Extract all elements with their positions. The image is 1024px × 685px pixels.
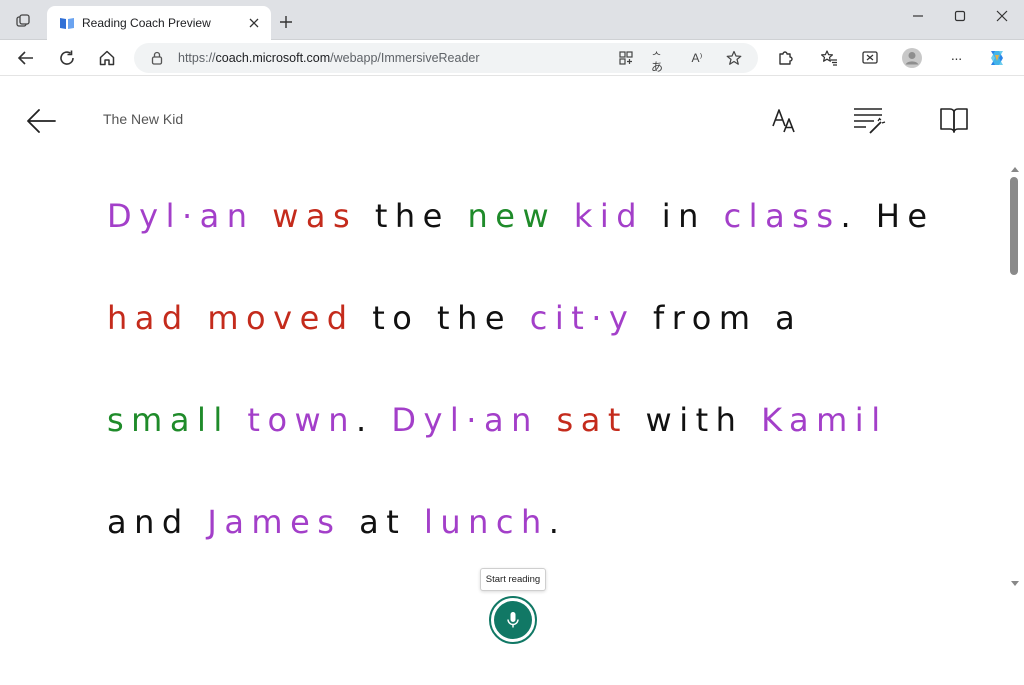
reading-word[interactable]: cit·y <box>530 299 636 337</box>
reading-word[interactable]: the <box>375 197 450 235</box>
url-text: https://coach.microsoft.com/webapp/Immer… <box>178 51 480 65</box>
reading-word[interactable]: to <box>372 299 419 337</box>
back-arrow-icon[interactable] <box>25 107 57 135</box>
reading-line: Dyl·an was the new kid in class. He <box>107 187 987 289</box>
favorite-star-icon[interactable] <box>724 48 744 68</box>
reading-word[interactable]: and <box>107 503 190 541</box>
app-available-icon[interactable] <box>616 48 636 68</box>
reading-word[interactable]: a <box>775 299 802 337</box>
reading-word[interactable]: Dyl·an <box>391 401 539 439</box>
reading-word[interactable]: the <box>437 299 512 337</box>
more-icon[interactable]: ··· <box>944 46 968 70</box>
reading-word[interactable]: moved <box>207 299 354 337</box>
reading-word[interactable]: Kamil <box>761 401 887 439</box>
reading-word[interactable]: in <box>662 197 706 235</box>
tab-favicon <box>60 18 74 29</box>
reading-word[interactable]: was <box>272 197 357 235</box>
reading-word[interactable]: . <box>356 401 374 439</box>
address-bar[interactable]: https://coach.microsoft.com/webapp/Immer… <box>134 43 758 74</box>
reading-word[interactable]: He <box>876 197 935 235</box>
workspaces-icon[interactable] <box>12 10 34 32</box>
reading-word[interactable]: sat <box>557 401 628 439</box>
reading-word[interactable]: with <box>646 401 744 439</box>
reading-line: and James at lunch. <box>107 493 987 595</box>
minimize-icon[interactable] <box>898 6 938 26</box>
back-icon[interactable] <box>14 46 38 70</box>
profile-icon[interactable] <box>900 46 924 70</box>
reading-word[interactable]: had <box>107 299 190 337</box>
extensions-icon[interactable] <box>773 46 797 70</box>
grammar-options-icon[interactable] <box>852 105 886 135</box>
reading-line: small town. Dyl·an sat with Kamil <box>107 391 987 493</box>
reading-word[interactable]: . <box>549 503 567 541</box>
reading-preferences-icon[interactable] <box>937 105 971 135</box>
reading-word[interactable]: town <box>247 401 356 439</box>
reading-word[interactable]: new <box>468 197 557 235</box>
favorites-icon[interactable] <box>817 46 841 70</box>
reading-word[interactable]: Dyl·an <box>107 197 255 235</box>
reading-word[interactable]: at <box>359 503 406 541</box>
reading-word[interactable]: . <box>841 197 859 235</box>
mic-icon <box>494 601 532 639</box>
browser-toolbar: https://coach.microsoft.com/webapp/Immer… <box>0 40 1024 76</box>
scrollbar-thumb[interactable] <box>1010 177 1018 275</box>
tab-strip: Reading Coach Preview <box>0 0 1024 40</box>
tab-title: Reading Coach Preview <box>82 16 211 30</box>
reading-word[interactable]: class <box>724 197 841 235</box>
lock-icon[interactable] <box>150 51 164 65</box>
plus-icon[interactable] <box>276 12 296 32</box>
refresh-icon[interactable] <box>55 46 79 70</box>
close-icon[interactable] <box>245 14 263 32</box>
reading-word[interactable]: lunch <box>424 503 549 541</box>
read-aloud-icon[interactable]: A⁾ <box>687 48 707 68</box>
reading-word[interactable]: kid <box>574 197 644 235</box>
browser-tab[interactable]: Reading Coach Preview <box>47 6 271 40</box>
scroll-down-icon[interactable] <box>1008 578 1022 590</box>
reading-text: Dyl·an was the new kid in class. He had m… <box>107 187 987 595</box>
text-preferences-icon[interactable] <box>768 105 802 135</box>
reading-line: had moved to the cit·y from a <box>107 289 987 391</box>
translate-icon[interactable]: ᆺあ <box>651 43 671 74</box>
reading-word[interactable]: small <box>107 401 230 439</box>
start-reading-button[interactable] <box>489 596 537 644</box>
reading-word[interactable]: from <box>653 299 757 337</box>
home-icon[interactable] <box>95 46 119 70</box>
maximize-icon[interactable] <box>940 6 980 26</box>
scroll-up-icon[interactable] <box>1008 163 1022 175</box>
screenshot-icon[interactable] <box>858 46 882 70</box>
reading-word[interactable]: James <box>207 503 341 541</box>
start-reading-tooltip: Start reading <box>480 568 546 591</box>
doc-title: The New Kid <box>103 111 184 127</box>
window-close-icon[interactable] <box>982 6 1022 26</box>
copilot-icon[interactable] <box>985 46 1009 70</box>
